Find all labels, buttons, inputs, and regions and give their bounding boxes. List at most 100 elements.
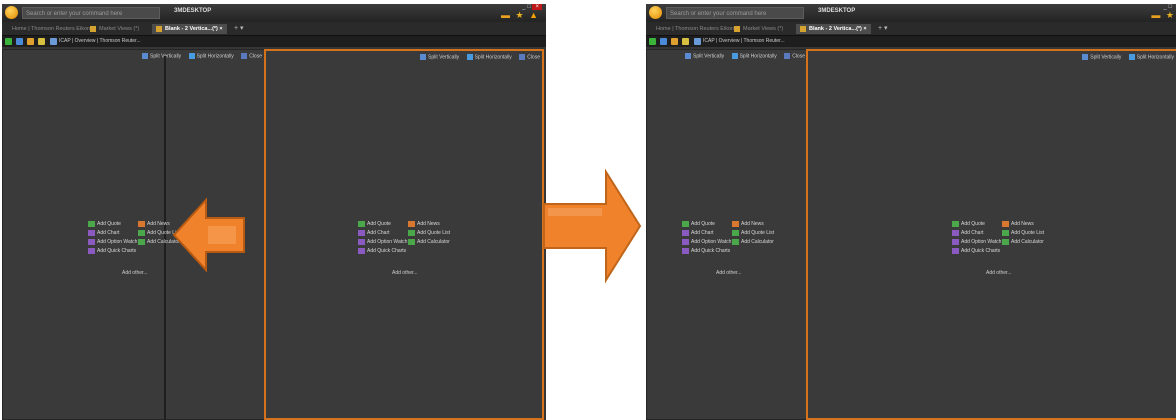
add-tab-button[interactable]: + ▾ [234, 24, 244, 34]
split-vertical-icon [1082, 54, 1089, 60]
add-tab-button[interactable]: + ▾ [878, 24, 888, 34]
add-quote-list-link[interactable]: Add Quote List [732, 229, 774, 238]
add-quick-charts-link[interactable]: Add Quick Charts [358, 247, 406, 256]
news-icon [732, 220, 739, 227]
add-other-link[interactable]: Add other... [986, 270, 1012, 276]
add-other-link[interactable]: Add other... [122, 270, 148, 276]
add-icon[interactable] [649, 38, 656, 45]
quote-icon [358, 220, 365, 227]
layout-icon[interactable] [16, 38, 23, 45]
add-quick-charts-link[interactable]: Add Quick Charts [682, 247, 730, 256]
add-quick-charts-link[interactable]: Add Quick Charts [952, 247, 1000, 256]
split-vertically-button[interactable]: Split Vertically [685, 53, 724, 60]
star-icon[interactable]: ★ [1166, 10, 1174, 20]
close-icon [519, 54, 526, 60]
tab-home[interactable]: Home | Thomson Reuters Eikon [8, 24, 94, 34]
active-page-label[interactable]: ICAP | Overview | Thomson Reuter... [59, 37, 141, 46]
option-watch-icon [682, 238, 689, 245]
add-quote-link[interactable]: Add Quote [682, 220, 715, 229]
quote-list-icon [138, 229, 145, 236]
close-pane-button[interactable]: Close [241, 53, 262, 60]
split-horizontally-button[interactable]: Split Horizontally [188, 53, 234, 60]
search-icon[interactable] [38, 38, 45, 45]
add-chart-link[interactable]: Add Chart [358, 229, 390, 238]
split-horizontally-button[interactable]: Split Horizontally [1128, 54, 1174, 61]
tab-market-views[interactable]: Market Views (*) [730, 24, 787, 34]
layout-icon[interactable] [660, 38, 667, 45]
tab-label: Market Views (*) [743, 26, 784, 32]
quote-list-icon [732, 229, 739, 236]
add-quick-charts-link[interactable]: Add Quick Charts [88, 247, 136, 256]
tab-market-views[interactable]: Market Views (*) [86, 24, 143, 34]
active-page-label[interactable]: ICAP | Overview | Thomson Reuter... [703, 37, 785, 46]
tab-label: Blank - 2 Vertica...(*) [809, 26, 862, 32]
quick-charts-icon [88, 247, 95, 254]
app-logo-icon[interactable] [5, 6, 18, 19]
add-news-link[interactable]: Add News [1002, 220, 1034, 229]
app-logo-icon[interactable] [649, 6, 662, 19]
add-news-link[interactable]: Add News [732, 220, 764, 229]
add-quote-list-link[interactable]: Add Quote List [1002, 229, 1044, 238]
person-icon[interactable] [671, 38, 678, 45]
add-quote-link[interactable]: Add Quote [88, 220, 121, 229]
tab-label: Home | Thomson Reuters Eikon [12, 26, 91, 32]
search-icon[interactable] [682, 38, 689, 45]
quote-icon [88, 220, 95, 227]
calculator-icon [408, 238, 415, 245]
chart-icon [952, 229, 959, 236]
add-option-watch-link[interactable]: Add Option Watch [358, 238, 407, 247]
split-vertically-button[interactable]: Split Vertically [420, 54, 459, 61]
command-search-input[interactable]: Search or enter your command here [22, 7, 160, 19]
document-icon[interactable] [694, 38, 701, 45]
add-option-watch-link[interactable]: Add Option Watch [88, 238, 137, 247]
document-icon[interactable] [50, 38, 57, 45]
screenshot-after: Search or enter your command here 3MDESK… [646, 4, 1176, 420]
add-quote-link[interactable]: Add Quote [952, 220, 985, 229]
split-horizontally-button[interactable]: Split Horizontally [731, 53, 777, 60]
tab-bar: Home | Thomson Reuters Eikon Market View… [2, 22, 546, 36]
command-search-input[interactable]: Search or enter your command here [666, 7, 804, 19]
add-news-link[interactable]: Add News [408, 220, 440, 229]
tab-home[interactable]: Home | Thomson Reuters Eikon [652, 24, 738, 34]
add-chart-link[interactable]: Add Chart [952, 229, 984, 238]
tab-close-icon[interactable]: × [219, 26, 222, 32]
split-horizontal-icon [466, 54, 473, 60]
tab-close-icon[interactable]: × [863, 26, 866, 32]
chart-icon [682, 229, 689, 236]
star-icon[interactable]: ★ [515, 10, 523, 20]
add-calculator-link[interactable]: Add Calculator [732, 238, 774, 247]
folder-icon[interactable]: ▬ [1151, 10, 1160, 20]
person-icon[interactable] [27, 38, 34, 45]
close-icon [784, 53, 791, 59]
quote-icon [682, 220, 689, 227]
add-option-watch-link[interactable]: Add Option Watch [952, 238, 1001, 247]
split-vertically-button[interactable]: Split Vertically [1082, 54, 1121, 61]
screenshot-before: Search or enter your command here 3MDESK… [2, 4, 546, 420]
split-horizontally-button[interactable]: Split Horizontally [466, 54, 512, 61]
news-icon [138, 220, 145, 227]
tab-label: Blank - 2 Vertica...(*) [165, 26, 218, 32]
folder-icon[interactable]: ▬ [501, 10, 510, 20]
split-vertically-button[interactable]: Split Vertically [142, 53, 181, 60]
add-calculator-link[interactable]: Add Calculator [1002, 238, 1044, 247]
tab-blank-2-vertical[interactable]: Blank - 2 Vertica...(*) × [796, 24, 871, 34]
add-option-watch-link[interactable]: Add Option Watch [682, 238, 731, 247]
split-vertical-icon [685, 53, 692, 59]
add-quote-list-link[interactable]: Add Quote List [408, 229, 450, 238]
titlebar-icons: ▬ ★ [1148, 11, 1174, 20]
add-chart-link[interactable]: Add Chart [88, 229, 120, 238]
close-pane-button[interactable]: Close [784, 53, 805, 60]
close-pane-button[interactable]: Close [519, 54, 540, 61]
add-other-link[interactable]: Add other... [392, 270, 418, 276]
warning-icon[interactable]: ▲ [529, 10, 538, 20]
add-icon[interactable] [5, 38, 12, 45]
add-quote-link[interactable]: Add Quote [358, 220, 391, 229]
close-icon [241, 53, 248, 59]
tab-blank-2-vertical[interactable]: Blank - 2 Vertica...(*) × [152, 24, 227, 34]
add-news-link[interactable]: Add News [138, 220, 170, 229]
news-icon [1002, 220, 1009, 227]
add-other-link[interactable]: Add other... [716, 270, 742, 276]
quick-charts-icon [682, 247, 689, 254]
add-chart-link[interactable]: Add Chart [682, 229, 714, 238]
add-calculator-link[interactable]: Add Calculator [408, 238, 450, 247]
